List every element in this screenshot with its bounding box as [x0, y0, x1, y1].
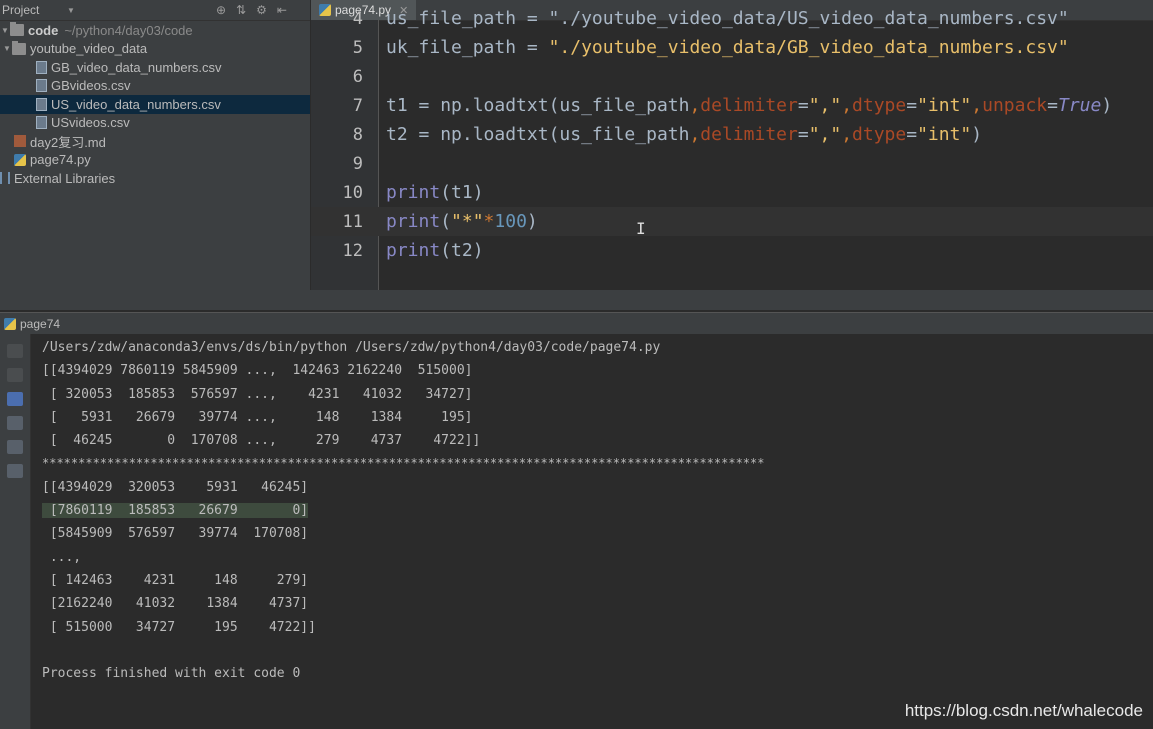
line-number: 8 — [352, 124, 363, 145]
code-text: us_file_path = "./youtube_video_data/US_… — [386, 8, 1069, 29]
locate-icon[interactable]: ⊕ — [216, 3, 226, 17]
folder-icon — [12, 40, 26, 55]
line-number: 6 — [352, 66, 363, 87]
tree-folder[interactable]: ▼ youtube_video_data — [0, 40, 310, 59]
code-line: 10 print(t1) — [311, 178, 1153, 207]
console-line: ..., — [42, 549, 82, 565]
folder-name: youtube_video_data — [30, 41, 148, 57]
file-name: GBvideos.csv — [51, 78, 131, 94]
print-icon[interactable] — [7, 440, 23, 454]
line-number: 5 — [352, 37, 363, 58]
soft-wrap-icon[interactable] — [7, 392, 23, 406]
code-text: uk_file_path = "./youtube_video_data/GB_… — [386, 37, 1069, 58]
down-arrow-icon[interactable] — [7, 368, 23, 382]
console-line: [2162240 41032 1384 4737] — [42, 596, 309, 612]
run-toolbar — [0, 334, 31, 729]
project-header: Project ▼ ⊕ ⇅ ⚙ ⇤ — [0, 0, 310, 21]
console-line: [[4394029 7860119 5845909 ..., 142463 21… — [42, 363, 473, 379]
tree-file[interactable]: USvideos.csv — [0, 114, 310, 133]
tree-root[interactable]: ▼ code ~/python4/day03/code — [0, 21, 310, 40]
chevron-down-icon[interactable]: ▼ — [66, 6, 76, 15]
console-line: Process finished with exit code 0 — [42, 666, 301, 682]
root-path: ~/python4/day03/code — [64, 22, 193, 38]
scroll-end-icon[interactable] — [7, 416, 23, 430]
console-line: [[4394029 320053 5931 46245] — [42, 479, 309, 495]
console-line: [5845909 576597 39774 170708] — [42, 526, 309, 542]
tree-file[interactable]: page74.py — [0, 151, 310, 170]
tree-file[interactable]: day2复习.md — [0, 132, 310, 151]
csv-file-icon — [36, 79, 47, 93]
hide-icon[interactable]: ⇤ — [277, 3, 287, 17]
console-output[interactable]: /Users/zdw/anaconda3/envs/ds/bin/python … — [42, 336, 764, 685]
watermark: https://blog.csdn.net/whalecode — [904, 701, 1143, 720]
line-number: 12 — [342, 240, 363, 261]
expand-arrow-icon[interactable]: ▼ — [0, 26, 10, 35]
code-editor[interactable]: page74.py ✕ 4 us_file_path = "./youtube_… — [311, 0, 1153, 290]
library-icon — [0, 172, 10, 185]
tree-file[interactable]: GBvideos.csv — [0, 77, 310, 96]
code-text: t2 = np.loadtxt(us_file_path,delimiter="… — [386, 124, 983, 145]
csv-file-icon — [36, 60, 47, 74]
project-title[interactable]: Project — [0, 3, 66, 17]
code-text: print(t2) — [386, 240, 484, 261]
text-cursor-icon: I — [636, 219, 646, 238]
console-line: [ 46245 0 170708 ..., 279 4737 4722]] — [42, 433, 481, 449]
code-line: 7 t1 = np.loadtxt(us_file_path,delimiter… — [311, 91, 1153, 120]
code-line: 6 — [311, 62, 1153, 91]
file-name: day2复习.md — [30, 134, 106, 150]
up-arrow-icon[interactable] — [7, 344, 23, 358]
python-file-icon — [14, 153, 26, 166]
markdown-file-icon — [14, 135, 26, 148]
line-number: 4 — [352, 8, 363, 29]
code-line: 8 t2 = np.loadtxt(us_file_path,delimiter… — [311, 120, 1153, 149]
trash-icon[interactable] — [7, 464, 23, 478]
csv-file-icon — [36, 97, 47, 111]
run-panel-header: page74 — [0, 312, 1153, 334]
csv-file-icon — [36, 116, 47, 130]
panel-divider[interactable] — [0, 290, 1153, 310]
tree-file[interactable]: GB_video_data_numbers.csv — [0, 58, 310, 77]
code-line: 4 us_file_path = "./youtube_video_data/U… — [311, 4, 1153, 33]
folder-icon — [10, 22, 24, 37]
external-label: External Libraries — [14, 170, 116, 186]
line-number: 10 — [342, 182, 363, 203]
line-number: 11 — [342, 211, 363, 232]
python-run-icon — [4, 317, 16, 330]
code-line: 5 uk_file_path = "./youtube_video_data/G… — [311, 33, 1153, 62]
code-line: 9 — [311, 149, 1153, 178]
project-toolbar: ⊕ ⇅ ⚙ ⇤ — [216, 3, 287, 17]
tree-file-selected[interactable]: US_video_data_numbers.csv — [0, 95, 310, 114]
collapse-icon[interactable]: ⇅ — [236, 3, 246, 17]
file-name: US_video_data_numbers.csv — [51, 96, 221, 112]
code-text: print("*"*100) — [386, 211, 538, 232]
tree-external-libraries[interactable]: External Libraries — [0, 169, 310, 188]
code-text: print(t1) — [386, 182, 484, 203]
code-text: t1 = np.loadtxt(us_file_path,delimiter="… — [386, 95, 1113, 116]
gear-icon[interactable]: ⚙ — [256, 3, 267, 17]
console-line: /Users/zdw/anaconda3/envs/ds/bin/python … — [42, 340, 661, 355]
console-line: [ 142463 4231 148 279] — [42, 572, 309, 588]
line-number: 9 — [352, 153, 363, 174]
console-line: [ 320053 185853 576597 ..., 4231 41032 3… — [42, 386, 473, 402]
file-name: GB_video_data_numbers.csv — [51, 59, 222, 75]
console-line: [ 5931 26679 39774 ..., 148 1384 195] — [42, 409, 473, 425]
file-name: page74.py — [30, 152, 91, 168]
line-number: 7 — [352, 95, 363, 116]
console-line: [ 515000 34727 195 4722]] — [42, 619, 316, 635]
project-panel: Project ▼ ⊕ ⇅ ⚙ ⇤ ▼ code ~/python4/day03… — [0, 0, 310, 310]
code-line: 12 print(t2) — [311, 236, 1153, 265]
root-name: code — [28, 22, 59, 38]
console-line: ****************************************… — [42, 456, 765, 471]
file-name: USvideos.csv — [51, 115, 130, 131]
console-line-highlighted: [7860119 185853 26679 0] — [42, 503, 309, 519]
code-line-current: 11 print("*"*100) — [311, 207, 1153, 236]
run-tab-label[interactable]: page74 — [20, 317, 60, 331]
expand-arrow-icon[interactable]: ▼ — [2, 44, 12, 53]
